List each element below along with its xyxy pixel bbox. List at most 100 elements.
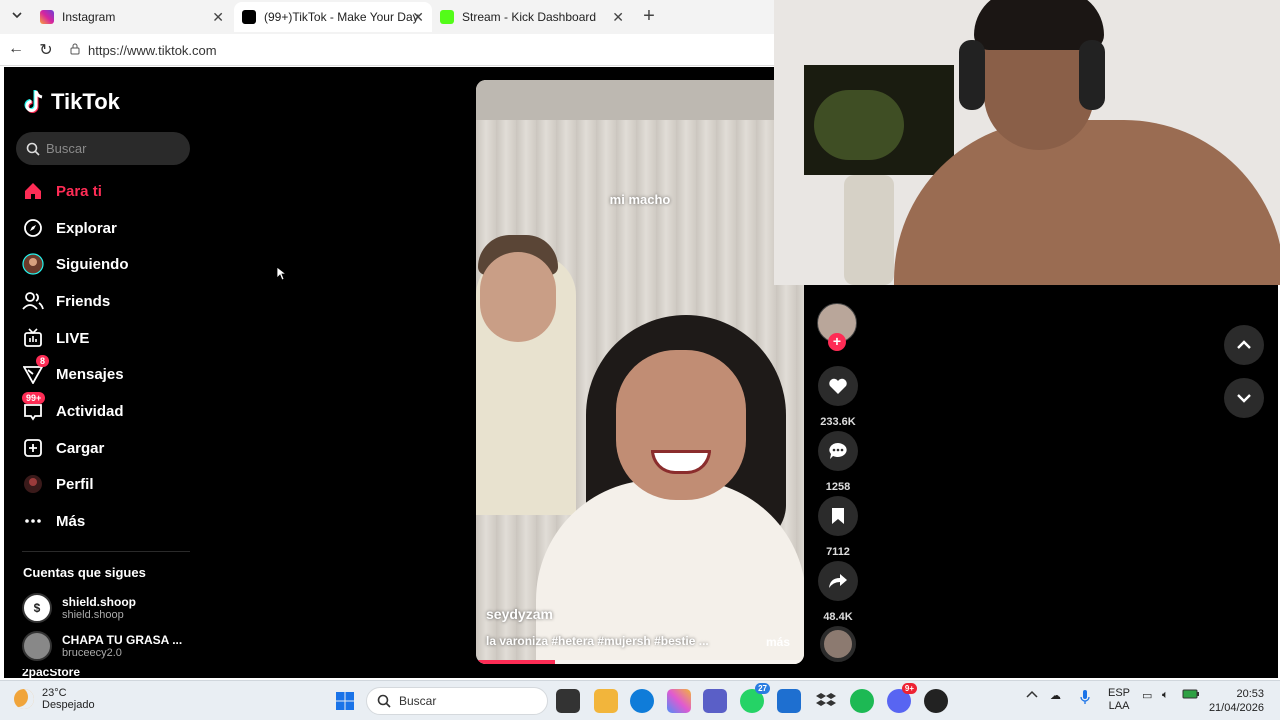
share-arrow-icon[interactable] (818, 561, 858, 601)
video-player[interactable]: mi macho seydyzam la varoniza #hetera #m… (476, 80, 804, 664)
taskbar-search-placeholder: Buscar (399, 694, 437, 708)
messages-badge: 8 (36, 355, 50, 367)
like-action[interactable]: 233.6K (816, 366, 860, 428)
menu-item-mas[interactable]: Más (22, 506, 85, 536)
discord-icon[interactable]: 9+ (887, 683, 917, 713)
system-clock[interactable]: 20:53 21/04/2026 (1209, 687, 1264, 715)
close-icon[interactable]: ✕ (412, 9, 424, 26)
comment-icon[interactable] (818, 431, 858, 471)
tab-kick[interactable]: Stream - Kick Dashboard ✕ (432, 2, 632, 32)
video-progress-bar[interactable] (476, 660, 804, 664)
following-account[interactable]: $ shield.shoop shield.shoop (22, 593, 136, 623)
menu-item-live[interactable]: LIVE (22, 323, 89, 353)
account-username: shield.shoop (62, 609, 124, 621)
comment-count: 1258 (825, 481, 851, 493)
webcam-overlay (774, 0, 1280, 285)
reload-icon[interactable]: ↻ (36, 40, 56, 60)
next-video-button[interactable] (1224, 378, 1264, 418)
compass-icon (22, 217, 44, 239)
menu-item-explorar[interactable]: Explorar (22, 213, 117, 243)
language-indicator[interactable]: ESP LAA (1108, 687, 1130, 713)
microphone-icon[interactable] (1080, 689, 1090, 708)
inbox-icon: 99+ (22, 392, 46, 422)
network-icon[interactable]: ▭ (1142, 689, 1152, 702)
url-field[interactable]: https://www.tiktok.com (64, 38, 764, 62)
previous-video-button[interactable] (1224, 325, 1264, 365)
tray-chevron-up-icon[interactable] (1026, 689, 1038, 701)
tiktok-note-icon (24, 90, 43, 113)
menu-label: Para ti (56, 182, 102, 200)
friends-icon (22, 290, 44, 312)
new-tab-plus-icon[interactable]: + (638, 5, 660, 28)
share-action[interactable]: 48.4K (816, 561, 860, 623)
save-count: 7112 (826, 546, 850, 558)
chevron-down-icon (1237, 394, 1251, 403)
weather-widget[interactable]: 23°C Despejado (14, 687, 95, 711)
save-action[interactable]: 7112 (816, 496, 860, 558)
menu-item-para-ti[interactable]: Para ti (22, 176, 102, 206)
onedrive-icon[interactable]: ☁ (1050, 689, 1061, 702)
instagram-icon (40, 10, 54, 24)
headset-icon (959, 40, 985, 110)
following-avatar-icon (22, 253, 44, 275)
tab-list-chevron-icon[interactable] (6, 6, 28, 28)
dropbox-icon[interactable] (814, 689, 838, 713)
back-arrow-icon[interactable]: ← (6, 40, 26, 58)
language-code: ESP (1108, 687, 1131, 699)
windows-start-icon[interactable] (333, 689, 357, 713)
heart-icon[interactable] (818, 366, 858, 406)
tab-tiktok[interactable]: (99+)TikTok - Make Your Day ✕ (234, 2, 432, 32)
account-name: CHAPA TU GRASA ... (62, 633, 183, 647)
whatsapp-badge: 27 (755, 683, 770, 694)
tab-instagram[interactable]: Instagram ✕ (32, 2, 232, 32)
file-explorer-icon[interactable] (594, 689, 618, 713)
obs-icon[interactable] (924, 689, 948, 713)
teams-icon[interactable] (703, 689, 727, 713)
search-input[interactable]: Buscar (16, 132, 190, 165)
taskbar-search[interactable]: Buscar (366, 687, 548, 715)
menu-item-actividad[interactable]: 99+ Actividad (22, 392, 124, 426)
url-text: https://www.tiktok.com (88, 42, 217, 58)
menu-label: Mensajes (56, 365, 124, 383)
tab-label: Instagram (62, 10, 116, 24)
copilot-icon[interactable] (667, 689, 691, 713)
account-username: bruceecy2.0 (62, 647, 122, 659)
chevron-up-icon (1237, 340, 1251, 349)
tiktok-logo[interactable]: TikTok (24, 89, 120, 115)
volume-icon[interactable]: 🔈︎ (1162, 689, 1169, 702)
edge-browser-icon[interactable] (630, 689, 654, 713)
close-icon[interactable]: ✕ (212, 9, 224, 26)
clock-time: 20:53 (1236, 688, 1264, 700)
menu-item-mensajes[interactable]: 8 Mensajes (22, 355, 124, 389)
comment-action[interactable]: 1258 (816, 431, 860, 493)
spotify-icon[interactable] (850, 689, 874, 713)
video-more-link[interactable]: más (766, 635, 790, 649)
live-tv-icon (22, 327, 44, 349)
menu-label: Friends (56, 292, 111, 310)
close-icon[interactable]: ✕ (612, 9, 624, 26)
mouse-cursor-icon (276, 266, 286, 281)
following-account[interactable]: CHAPA TU GRASA ... bruceecy2.0 (22, 631, 182, 661)
menu-item-perfil[interactable]: Perfil (22, 469, 94, 499)
battery-icon[interactable] (1182, 689, 1200, 702)
video-person-head (480, 252, 556, 342)
music-disc-icon[interactable] (820, 626, 856, 662)
follow-plus-icon[interactable]: + (828, 333, 846, 351)
plus-square-icon (22, 437, 44, 459)
video-author[interactable]: seydyzam (486, 606, 553, 622)
bookmark-icon[interactable] (818, 496, 858, 536)
store-icon[interactable] (777, 689, 801, 713)
whatsapp-icon[interactable]: 27 (740, 683, 770, 713)
following-account[interactable]: 2pacStore (22, 669, 80, 678)
kick-icon (440, 10, 454, 24)
menu-item-siguiendo[interactable]: Siguiendo (22, 249, 129, 279)
task-view-icon[interactable] (556, 689, 580, 713)
menu-label: Cargar (56, 439, 105, 457)
video-overlay-text: mi macho (609, 192, 671, 207)
menu-item-cargar[interactable]: Cargar (22, 433, 104, 463)
sidebar-divider (22, 551, 190, 552)
menu-item-friends[interactable]: Friends (22, 286, 110, 316)
video-progress-fill (476, 660, 555, 664)
account-avatar: $ (22, 593, 52, 623)
temperature: 23°C (42, 687, 67, 699)
